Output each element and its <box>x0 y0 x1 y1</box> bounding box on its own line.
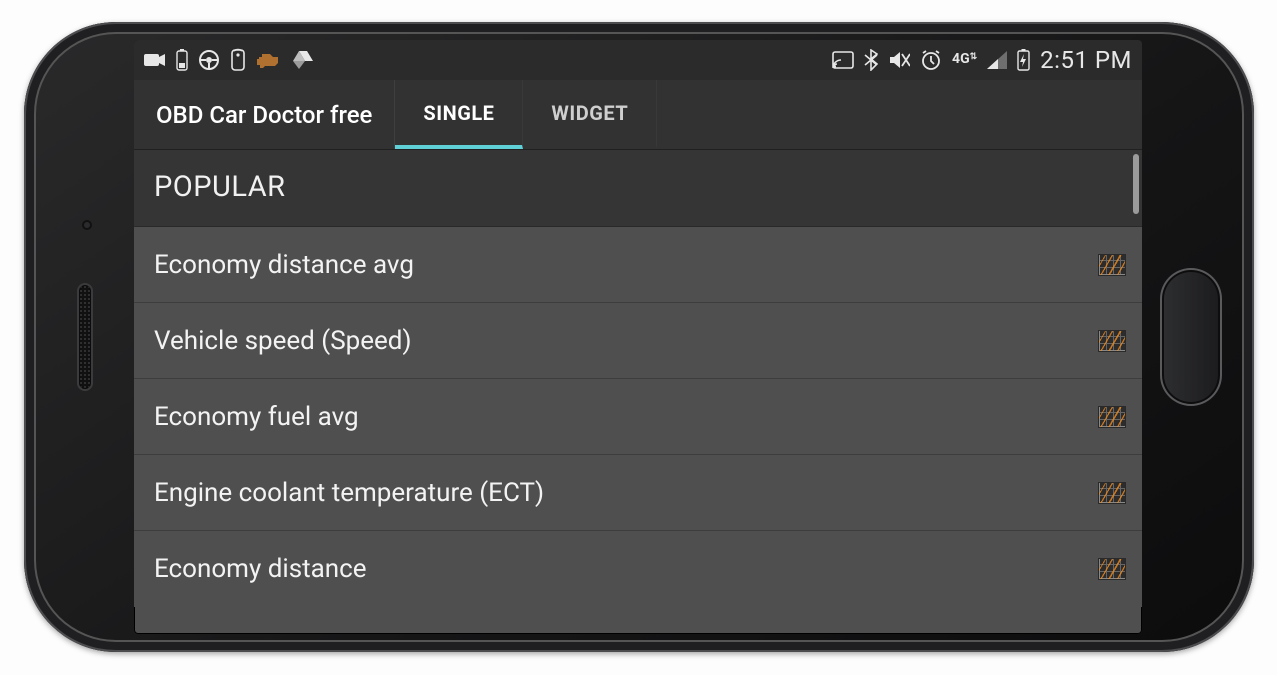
phone-led <box>84 222 90 228</box>
signal-icon <box>987 51 1007 69</box>
tab-widget[interactable]: WIDGET <box>523 80 657 149</box>
phone-speaker <box>79 285 91 389</box>
app-title: OBD Car Doctor free <box>134 80 395 149</box>
screen: 4G⇅ 2:51 PM OBD Car Doctor free SINGLE W… <box>134 40 1142 634</box>
list-item-label: Engine coolant temperature (ECT) <box>154 478 1098 508</box>
network-4g-icon: 4G⇅ <box>952 53 977 67</box>
chart-icon[interactable] <box>1098 330 1126 352</box>
remote-icon <box>230 48 246 72</box>
list-item[interactable]: Economy distance avg <box>134 227 1142 303</box>
app-bar: OBD Car Doctor free SINGLE WIDGET <box>134 80 1142 150</box>
list-item-label: Economy fuel avg <box>154 402 1098 432</box>
status-bar: 4G⇅ 2:51 PM <box>134 40 1142 80</box>
chart-icon[interactable] <box>1098 482 1126 504</box>
alarm-icon <box>920 49 942 71</box>
battery-charging-icon <box>1017 49 1030 71</box>
list-item-label: Vehicle speed (Speed) <box>154 326 1098 356</box>
mute-icon <box>888 50 910 70</box>
content-area: POPULAR Economy distance avg Vehicle spe… <box>134 150 1142 634</box>
bluetooth-icon <box>864 49 878 71</box>
section-header-popular: POPULAR <box>134 150 1142 227</box>
list-item-label: Economy distance <box>154 554 1098 584</box>
battery-saver-icon <box>176 49 188 71</box>
home-button[interactable] <box>1160 268 1222 406</box>
list-item[interactable]: Vehicle speed (Speed) <box>134 303 1142 379</box>
list-item[interactable]: Economy distance <box>134 531 1142 607</box>
chart-icon[interactable] <box>1098 406 1126 428</box>
status-clock: 2:51 PM <box>1040 46 1132 74</box>
drive-icon <box>292 50 314 70</box>
engine-icon <box>256 51 282 69</box>
list-item[interactable]: Economy fuel avg <box>134 379 1142 455</box>
chart-icon[interactable] <box>1098 558 1126 580</box>
list-item-label: Economy distance avg <box>154 250 1098 280</box>
phone-frame: 4G⇅ 2:51 PM OBD Car Doctor free SINGLE W… <box>24 22 1254 652</box>
camera-icon <box>144 52 166 68</box>
scrollbar-indicator[interactable] <box>1133 154 1139 214</box>
cast-icon <box>832 51 854 69</box>
parameter-list: Economy distance avg Vehicle speed (Spee… <box>134 227 1142 607</box>
steering-icon <box>198 49 220 71</box>
tab-single[interactable]: SINGLE <box>395 80 523 149</box>
chart-icon[interactable] <box>1098 254 1126 276</box>
list-item[interactable]: Engine coolant temperature (ECT) <box>134 455 1142 531</box>
